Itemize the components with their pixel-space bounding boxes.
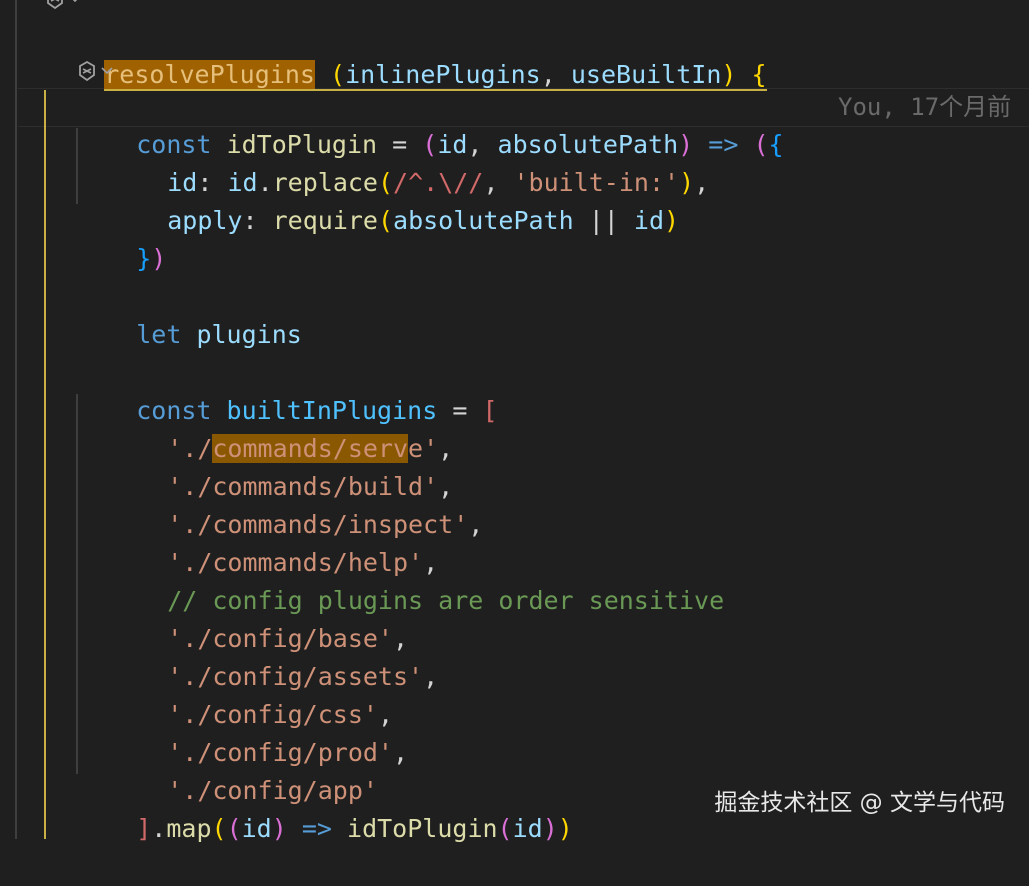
identifier: id	[633, 206, 664, 235]
chevron-down-icon	[72, 0, 78, 3]
operator: ||	[588, 206, 619, 235]
code-line[interactable]: resolvePlugins (inlinePlugins, useBuiltI…	[44, 18, 767, 91]
code-line[interactable]: })	[76, 202, 166, 273]
git-blame-annotation[interactable]: You, 17个月前	[838, 90, 1011, 124]
paren: )	[151, 244, 167, 273]
brace: {	[768, 130, 784, 159]
code-editor[interactable]: resolvePlugins (inlinePlugins, useBuiltI…	[0, 0, 1029, 843]
code-line[interactable]: './config/app'	[107, 734, 378, 805]
code-line[interactable]: './commands/serve',	[107, 392, 453, 463]
code-line[interactable]: // config plugins are order sensitive	[107, 544, 724, 615]
paren: (	[377, 206, 394, 235]
code-line[interactable]: './commands/inspect',	[107, 468, 483, 539]
code-line[interactable]: const idToPlugin = (id, absolutePath) =>…	[76, 88, 783, 159]
param: useBuiltIn	[570, 60, 722, 89]
copilot-icon	[47, 0, 63, 10]
brace: }	[136, 244, 152, 273]
function-call: require	[272, 206, 378, 235]
bracket: [	[482, 396, 498, 425]
keyword: let	[136, 320, 182, 349]
paren: )	[679, 168, 695, 197]
comma: ,	[393, 738, 409, 767]
code-line[interactable]: './commands/help',	[107, 506, 438, 577]
operator: =	[452, 396, 468, 425]
code-line[interactable]: './config/assets',	[107, 620, 438, 691]
code-line[interactable]: id: id.replace(/^.\//, 'built-in:'),	[107, 126, 709, 197]
code-line[interactable]: './config/base',	[107, 582, 408, 653]
paren: (	[753, 130, 769, 159]
code-line[interactable]: const builtInPlugins = [	[76, 354, 497, 425]
comma: ,	[694, 168, 710, 197]
comma: ,	[540, 60, 556, 89]
comma: ,	[423, 662, 439, 691]
paren: )	[721, 60, 737, 89]
codelens-top[interactable]	[44, 0, 82, 10]
identifier: absolutePath	[393, 206, 574, 235]
copilot-icon	[79, 60, 95, 82]
identifier: plugins	[196, 320, 302, 349]
colon: :	[242, 206, 258, 235]
code-line[interactable]: ].map((id) => idToPlugin(id))	[76, 772, 573, 843]
comma: ,	[468, 510, 484, 539]
arrow: =>	[708, 130, 739, 159]
indent-guide	[15, 0, 17, 839]
code-line[interactable]: './config/prod',	[107, 696, 408, 767]
function-name: resolvePlugins	[104, 60, 315, 89]
codelens-mid[interactable]	[76, 60, 114, 82]
paren: )	[664, 206, 680, 235]
brace: {	[751, 60, 767, 89]
property: apply	[167, 206, 243, 235]
paren: (	[330, 60, 346, 89]
code-line[interactable]: apply: require(absolutePath || id)	[107, 164, 679, 235]
param: inlinePlugins	[345, 60, 541, 89]
code-line[interactable]: let plugins	[76, 278, 302, 349]
code-line[interactable]: './commands/build',	[107, 430, 453, 501]
active-indent-guide	[44, 90, 46, 839]
code-line[interactable]: './config/css',	[107, 658, 393, 729]
chevron-down-icon	[101, 67, 113, 75]
watermark: 掘金技术社区 @ 文学与代码	[714, 790, 1005, 816]
